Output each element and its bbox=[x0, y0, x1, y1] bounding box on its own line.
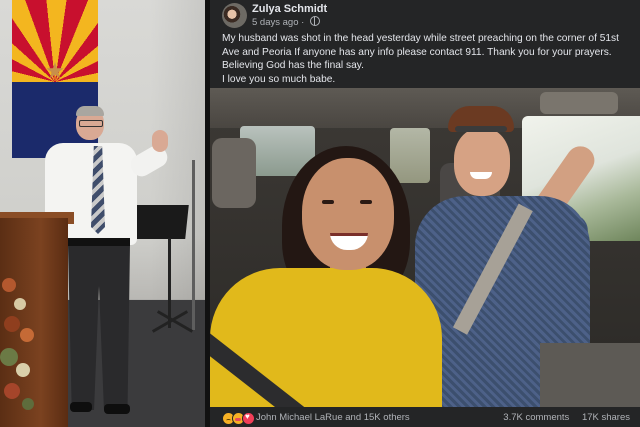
post-photo[interactable] bbox=[210, 88, 640, 407]
man-face bbox=[454, 128, 510, 196]
flower-arrangement bbox=[0, 268, 52, 427]
reaction-summary[interactable]: John Michael LaRue and 15K others bbox=[256, 412, 410, 423]
meta-separator: · bbox=[301, 17, 305, 28]
post-footer: John Michael LaRue and 15K others 3.7K c… bbox=[210, 408, 640, 427]
sermon-photo bbox=[0, 0, 205, 427]
facebook-post: Zulya Schmidt 5 days ago · My husband wa… bbox=[210, 0, 640, 427]
engagement-counts: 3.7K comments 17K shares bbox=[503, 412, 630, 423]
woman-face bbox=[302, 158, 394, 270]
seat-headrest bbox=[212, 138, 256, 208]
microphone-stand bbox=[192, 160, 195, 330]
woman-yellow-shirt bbox=[210, 268, 442, 407]
post-text-body: My husband was shot in the head yesterda… bbox=[222, 33, 619, 72]
avatar[interactable] bbox=[222, 3, 247, 28]
music-stand bbox=[133, 205, 189, 239]
love-reaction-icon bbox=[242, 412, 255, 425]
post-meta: 5 days ago · bbox=[252, 16, 320, 28]
post-text-closing: I love you so much babe. bbox=[222, 73, 336, 85]
reaction-icons[interactable] bbox=[222, 412, 255, 425]
globe-icon bbox=[309, 16, 320, 26]
post-time[interactable]: 5 days ago bbox=[252, 17, 298, 28]
post-text: My husband was shot in the head yesterda… bbox=[222, 32, 634, 86]
author-name[interactable]: Zulya Schmidt bbox=[252, 3, 327, 15]
shares-count[interactable]: 17K shares bbox=[582, 412, 630, 423]
comments-count[interactable]: 3.7K comments bbox=[503, 412, 569, 423]
post-header: Zulya Schmidt 5 days ago · bbox=[210, 0, 640, 30]
